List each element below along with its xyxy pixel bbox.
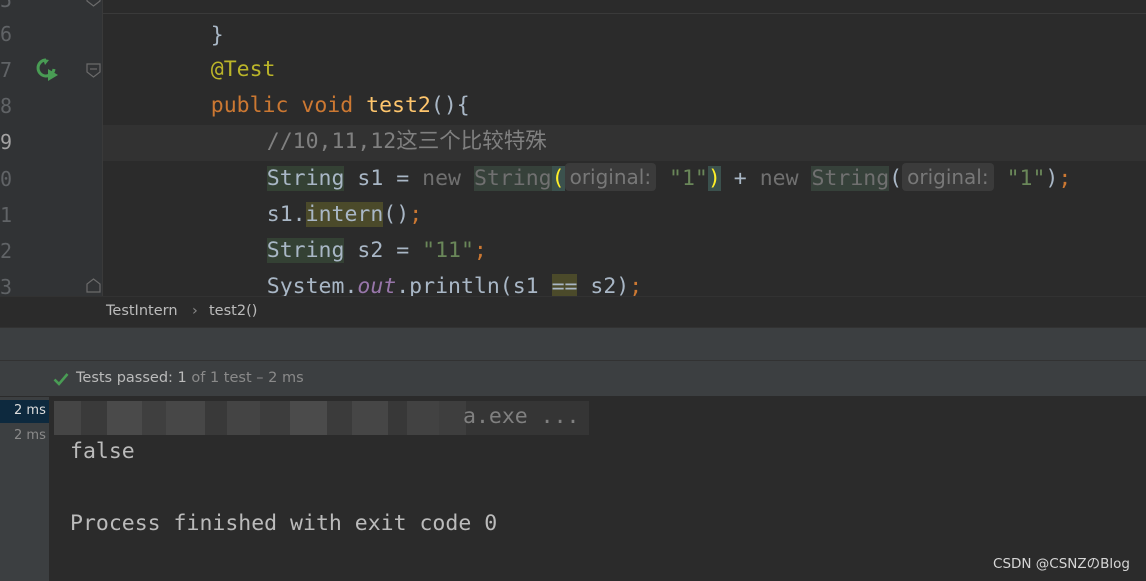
code-editor[interactable]: 5 6 7 8 9 0 1 2 3} @Test public void te… (0, 0, 1146, 296)
field-out: out (357, 274, 397, 296)
type-string: String (473, 166, 552, 191)
line-number: 9 (0, 130, 13, 154)
paren-close: ) (707, 166, 721, 191)
code-line-12: System.out.println(s1 == s2); (215, 233, 642, 296)
fold-icon[interactable] (86, 63, 101, 78)
run-panel-toolbar (0, 327, 1146, 360)
paren-close: ) (1045, 166, 1059, 191)
keyword-new: new (759, 166, 799, 191)
status-prefix: Tests passed: (76, 370, 173, 386)
breadcrumb: TestIntern › test2() (0, 296, 1146, 327)
line-number: 0 (0, 167, 13, 191)
test-status-bar: Tests passed: 1 of 1 test – 2 ms (0, 360, 1146, 397)
code-line-13: } (159, 269, 224, 296)
equals-op: == (551, 274, 578, 296)
watermark: CSDN @CSNZのBlog (993, 556, 1130, 572)
command-text: a.exe ... (463, 404, 580, 429)
fold-icon[interactable] (86, 278, 101, 293)
test-tree-root[interactable]: 2 ms (0, 400, 49, 423)
breadcrumb-method[interactable]: test2() (209, 303, 257, 319)
status-count: 1 (177, 370, 187, 386)
type-string: String (811, 166, 890, 191)
string-literal: "1" (669, 166, 708, 191)
param-hint: original: (902, 163, 994, 191)
semicolon: ; (629, 274, 643, 296)
param-hint: original: (564, 163, 657, 191)
line-number: 7 (0, 58, 13, 82)
line-number: 2 (0, 239, 13, 263)
line-number: 1 (0, 203, 13, 227)
keyword-new: new (422, 166, 461, 191)
console-line-finish: Process finished with exit code 0 (70, 511, 498, 536)
breadcrumb-class[interactable]: TestIntern (106, 303, 178, 319)
editor-gutter: 5 6 7 8 9 0 1 2 3 (0, 0, 128, 296)
method-separator (103, 13, 1146, 14)
line-number: 3 (0, 275, 13, 296)
console-output[interactable]: a.exe ... false Process finished with ex… (49, 397, 1146, 581)
string-literal: "1" (1006, 166, 1046, 191)
system-class: System. (266, 274, 358, 296)
test-tree-child[interactable]: 2 ms (14, 428, 46, 443)
semicolon: ; (1058, 166, 1072, 191)
println-call: .println(s1 (396, 274, 552, 296)
fold-icon[interactable] (86, 0, 101, 7)
paren-open: ( (551, 166, 565, 191)
check-icon (53, 373, 69, 386)
breadcrumb-separator: › (192, 303, 198, 319)
status-suffix: of 1 test – 2 ms (191, 370, 304, 386)
call-rest: s2) (577, 274, 630, 296)
console-line-output: false (70, 439, 135, 464)
run-test-icon[interactable] (34, 57, 60, 83)
test-status-text: Tests passed: 1 of 1 test – 2 ms (76, 370, 304, 386)
paren-open: ( (889, 166, 903, 191)
line-number: 8 (0, 94, 13, 118)
line-number: 6 (0, 22, 13, 46)
test-tree: 2 ms 2 ms (0, 397, 49, 581)
plus-op: + (733, 166, 747, 191)
